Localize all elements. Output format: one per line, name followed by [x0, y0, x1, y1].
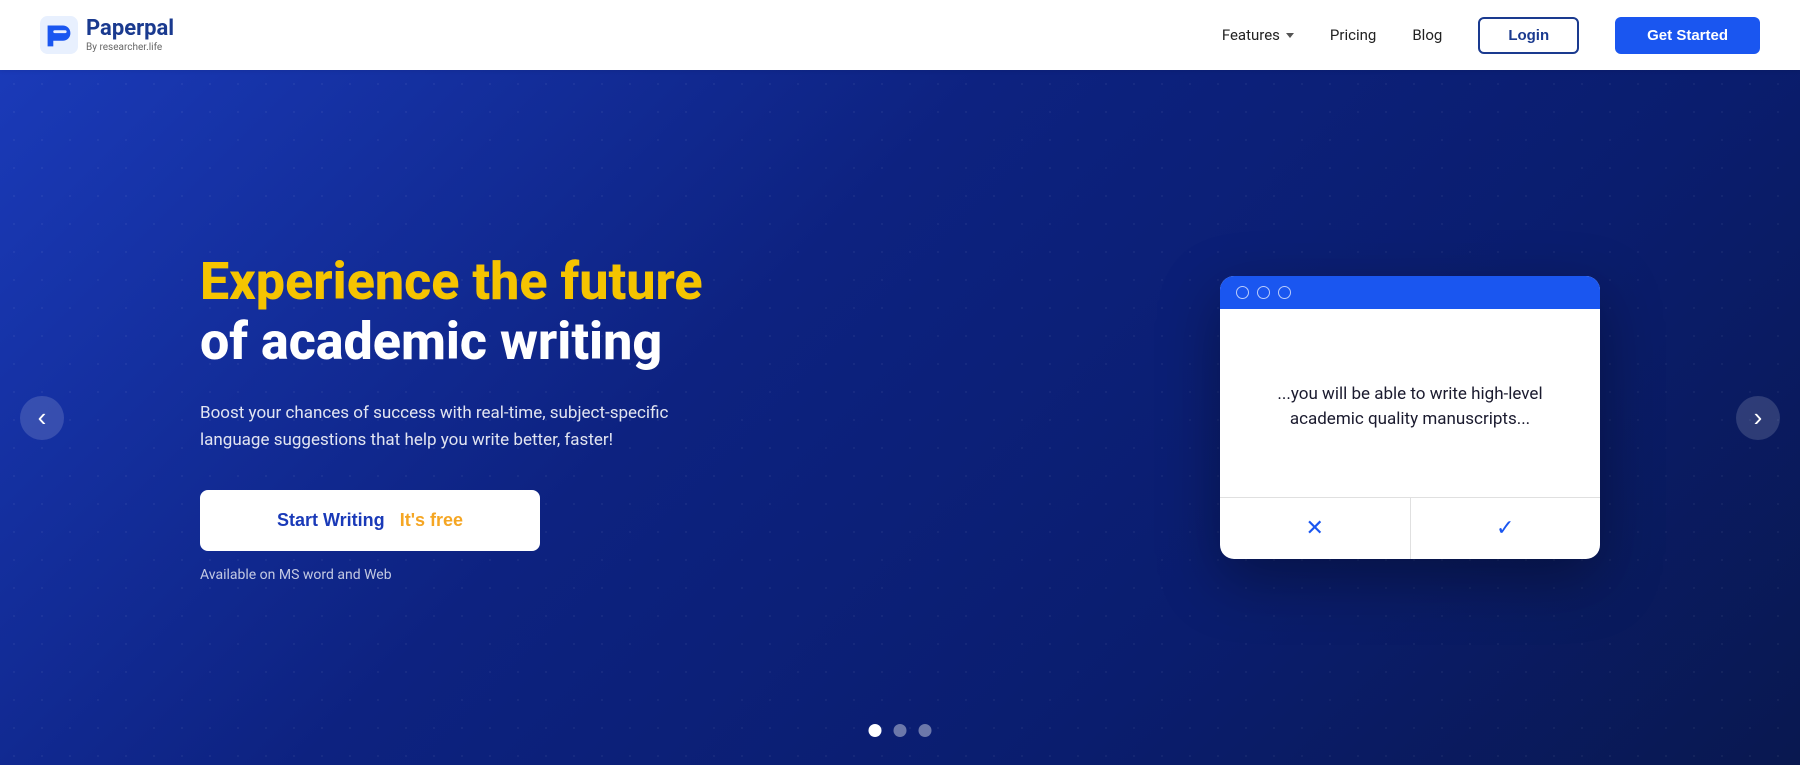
nav-links: Features Pricing Blog Login Get Started	[1222, 17, 1760, 54]
hero-title-yellow: Experience the future	[200, 251, 703, 312]
logo-name: Paperpal	[86, 17, 174, 41]
mockup-body: ...you will be able to write high-level …	[1220, 309, 1600, 469]
carousel-dot-2[interactable]	[894, 724, 907, 737]
logo-sub: By researcher.life	[86, 42, 174, 53]
logo-text: Paperpal By researcher.life	[86, 17, 174, 52]
get-started-button[interactable]: Get Started	[1615, 17, 1760, 54]
navbar: Paperpal By researcher.life Features Pri…	[0, 0, 1800, 70]
hero-description: Boost your chances of success with real-…	[200, 400, 720, 454]
logo-icon	[40, 16, 78, 54]
available-text: Available on MS word and Web	[200, 567, 720, 583]
hero-left: Experience the future of academic writin…	[200, 252, 720, 583]
reject-icon: ✕	[1306, 516, 1324, 541]
start-writing-label: Start Writing	[277, 510, 385, 530]
accept-icon: ✓	[1496, 516, 1514, 541]
hero-right: ...you will be able to write high-level …	[1220, 276, 1600, 559]
window-dot-1	[1236, 286, 1249, 299]
carousel-dot-3[interactable]	[919, 724, 932, 737]
mockup-header	[1220, 276, 1600, 309]
carousel-next-button[interactable]: ›	[1736, 396, 1780, 440]
mockup-text: ...you will be able to write high-level …	[1252, 382, 1568, 433]
logo[interactable]: Paperpal By researcher.life	[40, 16, 174, 54]
carousel-dot-1[interactable]	[869, 724, 882, 737]
chevron-down-icon	[1286, 33, 1294, 38]
mockup-card: ...you will be able to write high-level …	[1220, 276, 1600, 559]
start-writing-button[interactable]: Start Writing It's free	[200, 490, 540, 551]
nav-blog[interactable]: Blog	[1412, 26, 1442, 44]
nav-features[interactable]: Features	[1222, 26, 1294, 44]
nav-pricing[interactable]: Pricing	[1330, 26, 1376, 44]
login-button[interactable]: Login	[1478, 17, 1579, 54]
window-dot-3	[1278, 286, 1291, 299]
reject-action[interactable]: ✕	[1220, 498, 1411, 559]
hero-title-white: of academic writing	[200, 311, 662, 372]
hero-section: ‹ Experience the future of academic writ…	[0, 70, 1800, 765]
hero-title: Experience the future of academic writin…	[200, 252, 720, 372]
carousel-prev-button[interactable]: ‹	[20, 396, 64, 440]
accept-action[interactable]: ✓	[1411, 498, 1601, 559]
hero-content: Experience the future of academic writin…	[200, 252, 1600, 583]
window-dot-2	[1257, 286, 1270, 299]
its-free-label: It's free	[400, 510, 463, 530]
mockup-actions: ✕ ✓	[1220, 497, 1600, 559]
carousel-dots	[869, 724, 932, 737]
